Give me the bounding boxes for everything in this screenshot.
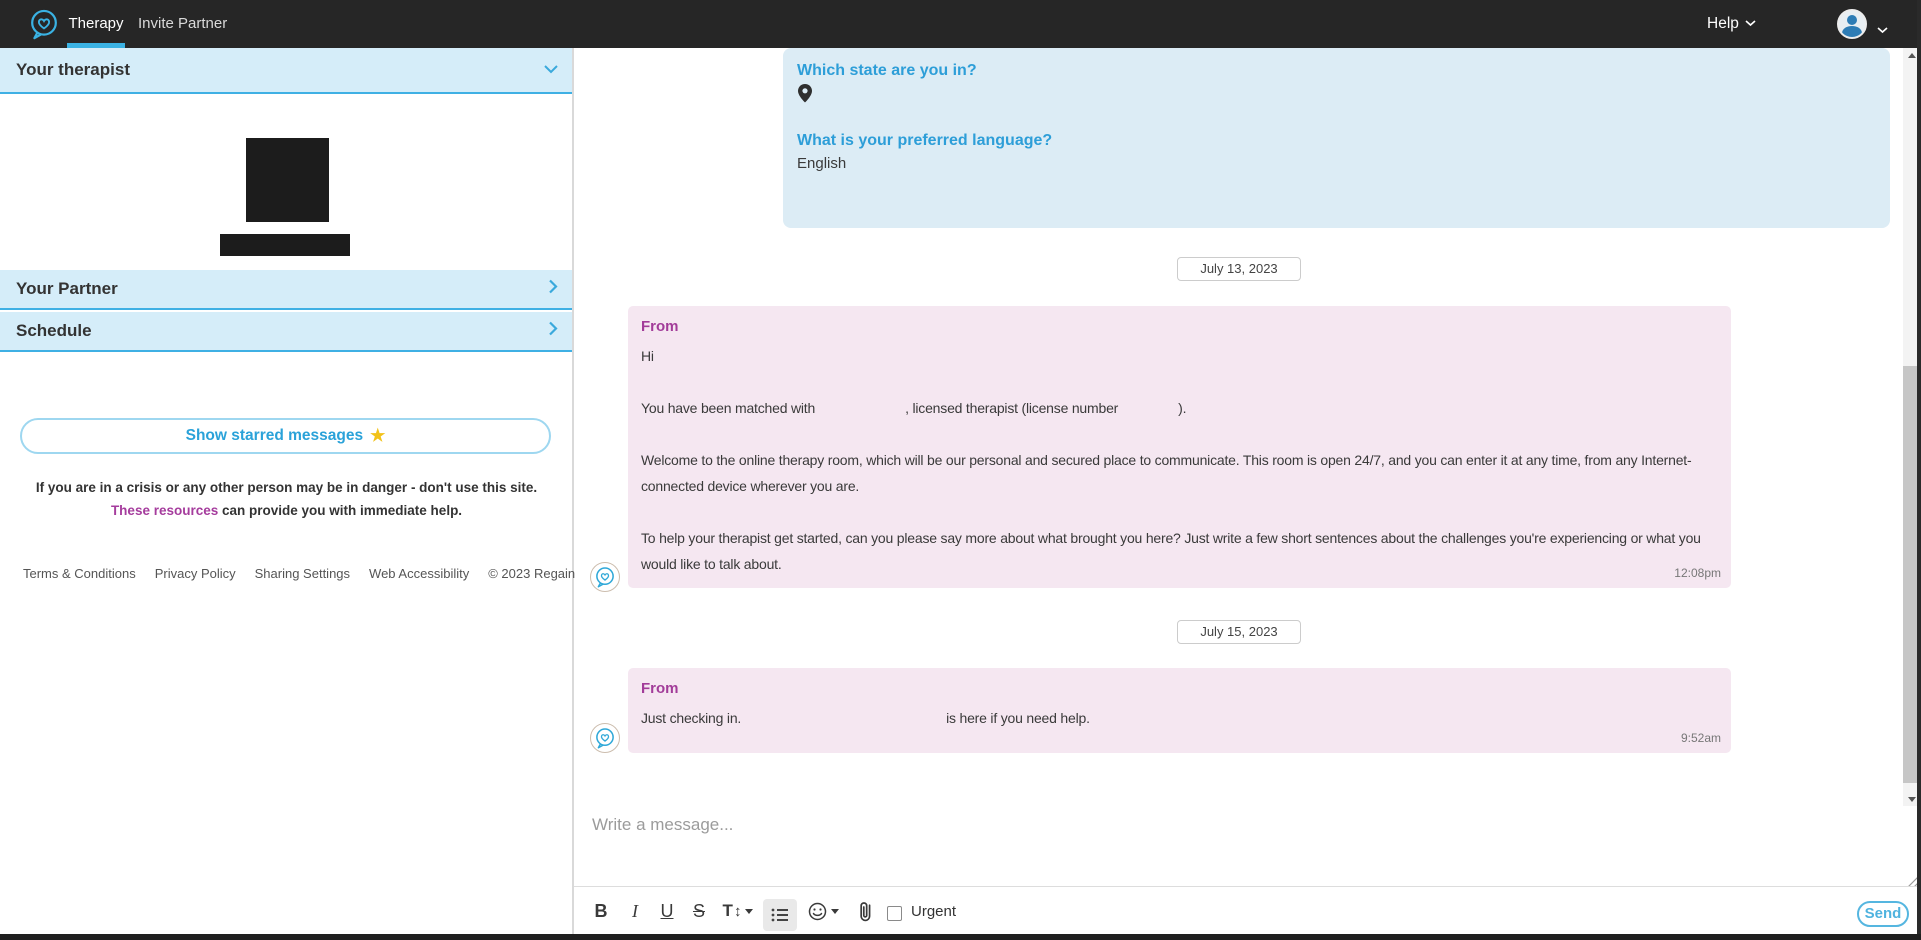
underline-button[interactable]: U [650, 887, 684, 935]
terms-link[interactable]: Terms & Conditions [23, 566, 136, 581]
tab-invite-partner[interactable]: Invite Partner [138, 0, 227, 48]
sidebar-section-your-therapist[interactable]: Your therapist [0, 48, 572, 94]
crisis-warning-text: If you are in a crisis or any other pers… [35, 480, 538, 518]
regain-therapy-app: Therapy Invite Partner Help Your therapi… [0, 0, 1921, 940]
schedule-label: Schedule [16, 321, 92, 340]
intake-answer-language: English [797, 155, 847, 172]
window-right-edge [1917, 0, 1921, 940]
intake-question-state: Which state are you in? [797, 62, 977, 79]
message-input[interactable] [576, 806, 1904, 884]
emoji-button[interactable] [800, 887, 846, 935]
bulleted-list-icon [771, 908, 788, 922]
location-pin-icon [798, 84, 812, 108]
message-timestamp: 9:52am [1680, 731, 1721, 745]
chevron-down-icon [544, 61, 558, 79]
date-divider: July 15, 2023 [1177, 620, 1301, 644]
sidebar-section-schedule[interactable]: Schedule [0, 312, 572, 352]
help-label: Help [1707, 15, 1739, 32]
therapist-message-avatar [590, 723, 620, 753]
bulleted-list-button[interactable] [763, 899, 797, 931]
urgent-checkbox[interactable] [887, 906, 902, 921]
help-menu[interactable]: Help [1707, 0, 1756, 48]
your-partner-label: Your Partner [16, 279, 118, 298]
therapist-photo-redacted [246, 138, 329, 222]
message-greeting: Hi [641, 348, 654, 364]
text-size-button[interactable]: T ↕ [716, 887, 760, 935]
your-therapist-label: Your therapist [16, 60, 130, 79]
smiley-icon [808, 902, 826, 920]
crisis-resources-link[interactable]: These resources [111, 503, 218, 518]
star-icon: ★ [370, 426, 386, 445]
therapist-message: From Just checking in. is here if you nee… [628, 668, 1731, 753]
privacy-link[interactable]: Privacy Policy [155, 566, 236, 581]
copyright-text: © 2023 Regain [488, 566, 576, 581]
urgent-label[interactable]: Urgent [911, 887, 956, 935]
tab-therapy[interactable]: Therapy [67, 0, 125, 48]
intake-questions-card: Which state are you in? What is your pre… [783, 48, 1890, 228]
sidebar: Your therapist Your Partner Schedule Sho… [0, 48, 575, 935]
italic-button[interactable]: I [618, 887, 652, 935]
message-welcome-paragraph: Welcome to the online therapy room, whic… [641, 452, 1692, 494]
dropdown-arrow-icon [830, 908, 839, 914]
message-matched-line: You have been matched with, licensed the… [641, 400, 1187, 416]
user-avatar[interactable] [1837, 9, 1867, 39]
sharing-settings-link[interactable]: Sharing Settings [255, 566, 350, 581]
window-bottom-edge [0, 934, 1921, 940]
therapist-name-redacted [220, 234, 350, 256]
message-sender-label: From [641, 318, 679, 335]
web-accessibility-link[interactable]: Web Accessibility [369, 566, 469, 581]
message-timestamp: 12:08pm [1674, 566, 1721, 580]
chevron-right-icon [549, 279, 558, 299]
date-divider: July 13, 2023 [1177, 257, 1301, 281]
paperclip-icon [859, 901, 870, 921]
top-navbar: Therapy Invite Partner Help [0, 0, 1921, 48]
bold-button[interactable]: B [584, 887, 618, 935]
show-starred-messages-button[interactable]: Show starred messages ★ [20, 418, 551, 454]
therapist-message-avatar [590, 562, 620, 592]
avatar-person-icon [1847, 15, 1857, 25]
dropdown-arrow-icon [745, 908, 754, 914]
sidebar-footer: Terms & Conditions Privacy Policy Sharin… [23, 566, 575, 581]
starred-button-label: Show starred messages [185, 427, 364, 444]
attachment-button[interactable] [850, 887, 880, 935]
strikethrough-button[interactable]: S [682, 887, 716, 935]
chevron-right-icon [549, 321, 558, 341]
updown-arrow-icon: ↕ [733, 902, 742, 920]
account-menu-chevron-icon[interactable] [1877, 21, 1888, 39]
chevron-down-icon [1745, 20, 1756, 27]
message-checkin-line: Just checking in. is here if you need hel… [641, 710, 1090, 726]
therapist-message: From Hi You have been matched with, lice… [628, 306, 1731, 588]
send-button[interactable]: Send [1857, 901, 1909, 927]
message-help-paragraph: To help your therapist get started, can … [641, 530, 1701, 572]
composer-toolbar: B I U S T ↕ Urgent Send [574, 886, 1921, 935]
message-sender-label: From [641, 680, 679, 697]
intake-question-language: What is your preferred language? [797, 132, 1053, 149]
regain-logo-icon [28, 8, 60, 40]
sidebar-section-your-partner[interactable]: Your Partner [0, 270, 572, 310]
